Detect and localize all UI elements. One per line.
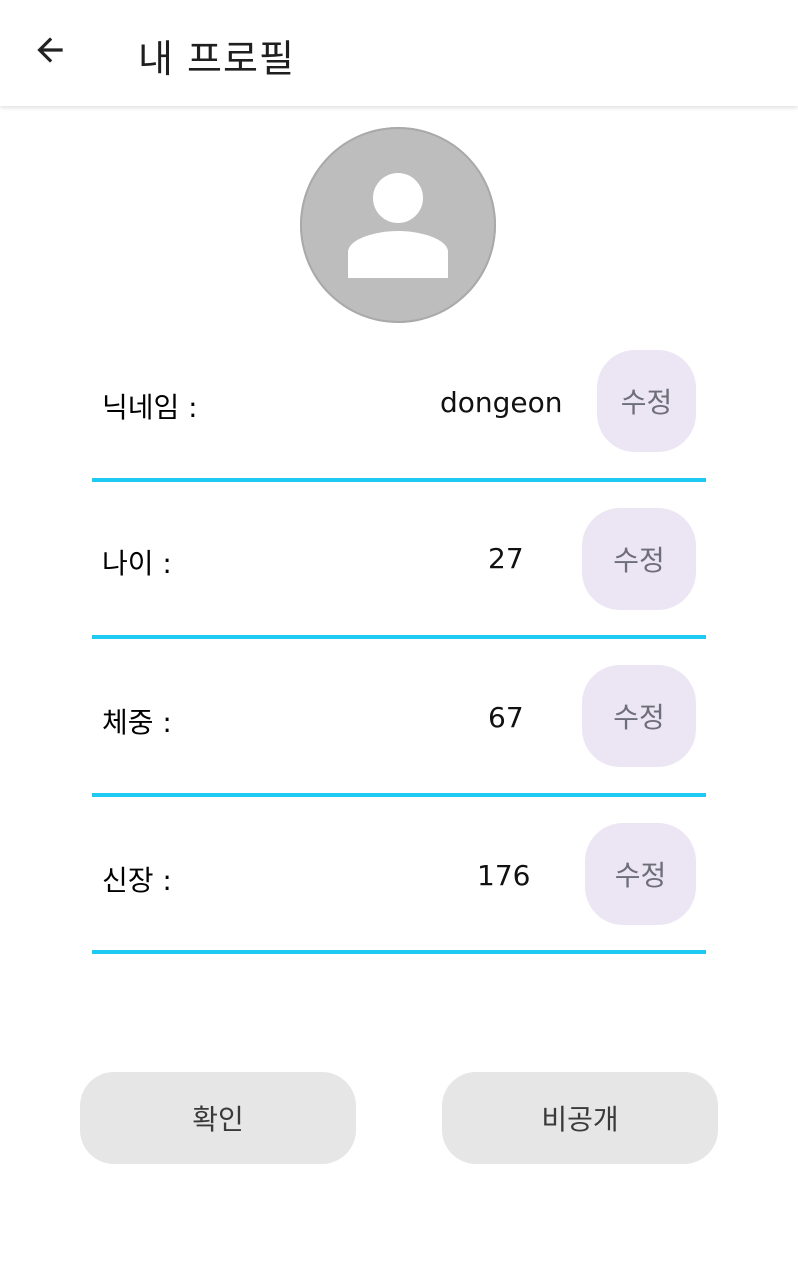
field-row-nickname: 닉네임 : dongeon 수정 — [92, 350, 706, 482]
field-label: 신장 : — [102, 864, 172, 897]
edit-height-button[interactable]: 수정 — [585, 823, 696, 925]
person-icon — [343, 168, 453, 282]
field-row-weight: 체중 : 67 수정 — [92, 665, 706, 797]
field-label: 나이 : — [102, 547, 172, 580]
app-bar: 내 프로필 — [0, 0, 798, 106]
field-value: 67 — [488, 701, 524, 734]
field-value: dongeon — [440, 386, 563, 419]
edit-nickname-button[interactable]: 수정 — [597, 350, 696, 452]
field-label: 닉네임 : — [102, 391, 198, 424]
field-value: 176 — [477, 859, 531, 892]
divider — [92, 950, 706, 954]
edit-age-button[interactable]: 수정 — [582, 508, 696, 610]
back-button[interactable] — [24, 26, 76, 78]
divider — [92, 478, 706, 482]
field-row-height: 신장 : 176 수정 — [92, 823, 706, 954]
avatar[interactable] — [300, 127, 496, 323]
field-label: 체중 : — [102, 706, 172, 739]
arrow-left-icon — [31, 31, 69, 73]
confirm-button[interactable]: 확인 — [80, 1072, 356, 1164]
field-value: 27 — [488, 542, 524, 575]
page-title: 내 프로필 — [138, 37, 295, 81]
edit-weight-button[interactable]: 수정 — [582, 665, 696, 767]
private-button[interactable]: 비공개 — [442, 1072, 718, 1164]
field-row-age: 나이 : 27 수정 — [92, 508, 706, 639]
divider — [92, 793, 706, 797]
divider — [92, 635, 706, 639]
profile-screen: 내 프로필 닉네임 : dongeon 수정 나이 : 27 수정 체중 : 6… — [0, 0, 798, 1288]
